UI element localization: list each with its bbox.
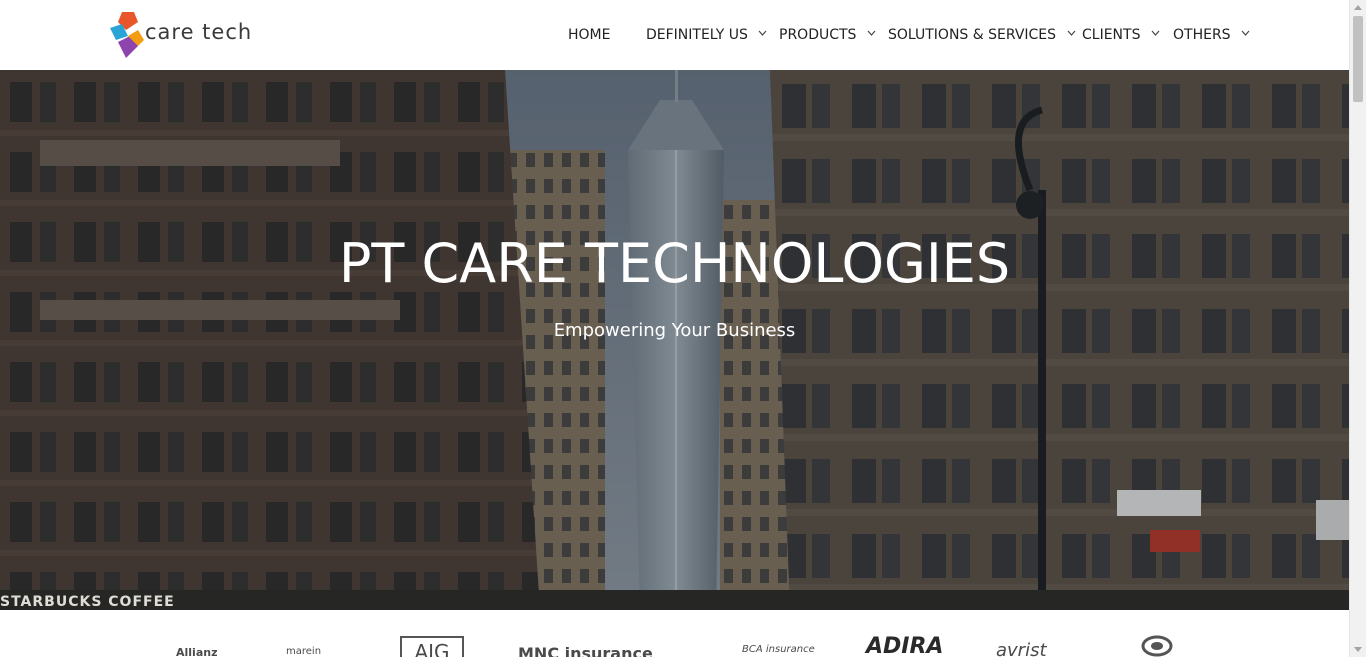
clients-logo-strip: Allianz marein AIG MNC insurance BCA ins… [0, 610, 1349, 657]
hero-section: STARBUCKS COFFEE PT CARE TECHNOLOGIES Em… [0, 70, 1349, 610]
client-logo-avrist: avrist [996, 640, 1047, 657]
client-logo-mnc: MNC insurance [518, 644, 653, 657]
client-logo-8-icon [1141, 635, 1173, 657]
nav-others[interactable]: OTHERS [1173, 24, 1250, 46]
chevron-down-icon [1151, 30, 1160, 36]
nav-solutions-services-label: SOLUTIONS & SERVICES [888, 27, 1057, 43]
scroll-up-arrow-icon[interactable] [1354, 5, 1362, 10]
brand-logo[interactable]: care tech [108, 10, 278, 60]
chevron-down-icon [1067, 30, 1075, 36]
page-scrollbar[interactable] [1349, 0, 1366, 657]
nav-clients-label: CLIENTS [1082, 27, 1141, 43]
nav-others-label: OTHERS [1173, 27, 1231, 43]
chevron-down-icon [758, 30, 767, 36]
client-logo-adira: ADIRA [866, 634, 944, 657]
client-logo-aig: AIG [400, 636, 464, 657]
nav-products[interactable]: PRODUCTS [779, 24, 876, 46]
scroll-down-arrow-icon[interactable] [1354, 647, 1362, 652]
nav-products-label: PRODUCTS [779, 27, 857, 43]
nav-solutions-services[interactable]: SOLUTIONS & SERVICES [888, 24, 1076, 46]
chevron-down-icon [1241, 30, 1250, 36]
nav-clients[interactable]: CLIENTS [1082, 24, 1160, 46]
logo-mark-icon [110, 12, 144, 58]
client-logo-bca: BCA insurance [742, 644, 815, 655]
client-logo-allianz: Allianz [176, 646, 218, 657]
site-header: care tech HOME DEFINITELY US PRODUCTS SO… [0, 0, 1349, 70]
hero-subtitle: Empowering Your Business [553, 320, 796, 341]
brand-name: care tech [145, 20, 253, 44]
hero-title: PT CARE TECHNOLOGIES [338, 232, 1011, 295]
nav-home[interactable]: HOME [568, 24, 610, 46]
nav-definitely-us-label: DEFINITELY US [646, 27, 748, 43]
nav-home-label: HOME [568, 27, 611, 43]
scroll-thumb[interactable] [1353, 16, 1363, 102]
nav-definitely-us[interactable]: DEFINITELY US [646, 24, 767, 46]
storefront-sign: STARBUCKS COFFEE [0, 594, 175, 610]
chevron-down-icon [867, 30, 876, 36]
client-logo-marein: marein [286, 646, 322, 657]
